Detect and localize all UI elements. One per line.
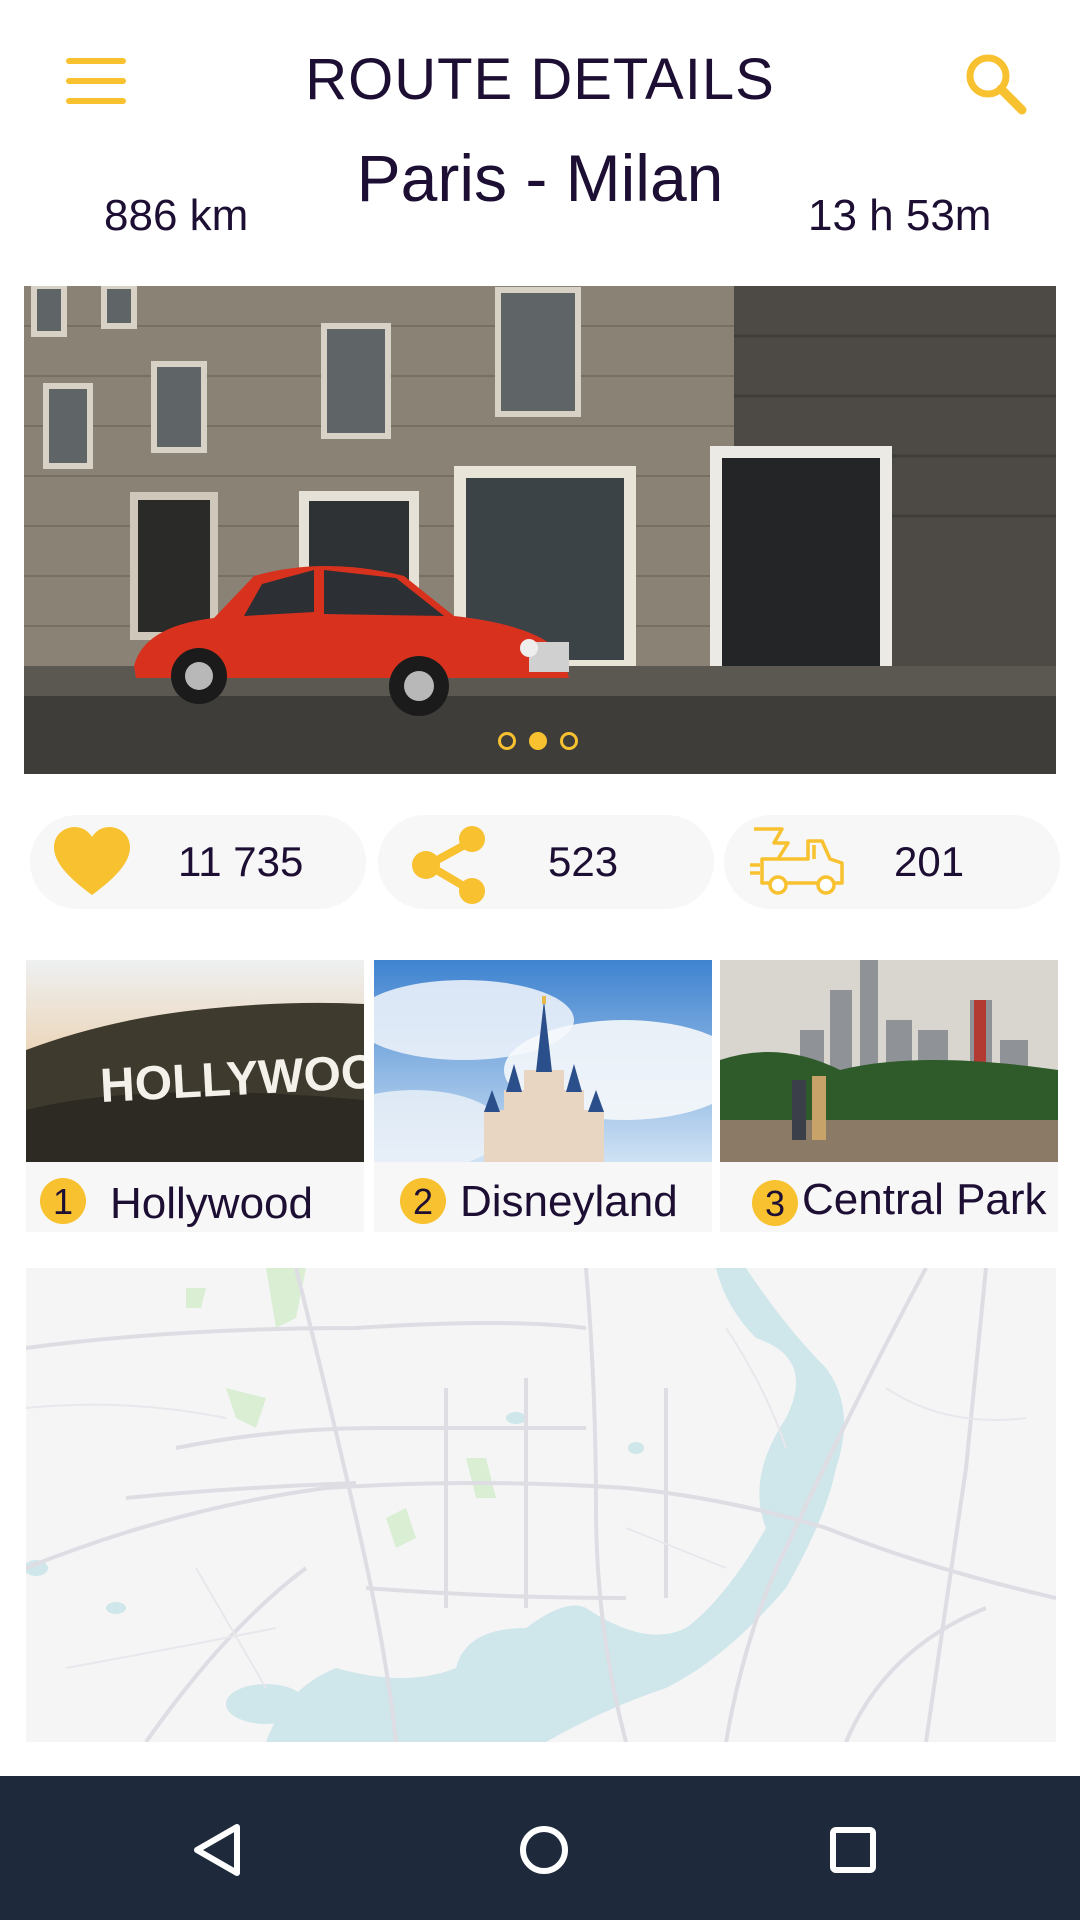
stop-number-badge: 3 bbox=[752, 1180, 798, 1226]
route-distance: 886 km bbox=[104, 191, 249, 240]
back-triangle-icon[interactable] bbox=[183, 1815, 253, 1885]
heart-icon bbox=[54, 827, 130, 895]
search-icon[interactable] bbox=[962, 50, 1032, 120]
stop-card-central-park[interactable]: 3 Central Park bbox=[720, 960, 1058, 1232]
home-circle-icon[interactable] bbox=[509, 1815, 579, 1885]
stop-name: Disneyland bbox=[460, 1177, 678, 1226]
stop-card-hollywood[interactable]: HOLLYWOOD 1 Hollywood bbox=[26, 960, 364, 1232]
recents-square-icon[interactable] bbox=[818, 1815, 888, 1885]
stop-name: Central Park bbox=[802, 1175, 1047, 1224]
stop-number-badge: 1 bbox=[40, 1178, 86, 1224]
trips-button[interactable]: 201 bbox=[724, 815, 1060, 909]
carousel-dot[interactable] bbox=[560, 732, 578, 750]
stop-card-disneyland[interactable]: 2 Disneyland bbox=[374, 960, 712, 1232]
route-map[interactable] bbox=[26, 1268, 1056, 1742]
share-icon bbox=[412, 826, 485, 904]
carousel-dot[interactable] bbox=[498, 732, 516, 750]
likes-button[interactable]: 11 735 bbox=[30, 815, 366, 909]
street-with-red-car-photo[interactable] bbox=[24, 286, 1056, 774]
page-title: ROUTE DETAILS bbox=[305, 47, 775, 112]
trips-count: 201 bbox=[894, 838, 965, 885]
share-button[interactable]: 523 bbox=[378, 815, 714, 909]
carousel-indicator[interactable] bbox=[494, 732, 584, 756]
shares-count: 523 bbox=[548, 838, 619, 885]
route-duration: 13 h 53m bbox=[808, 191, 992, 240]
likes-count: 11 735 bbox=[178, 838, 304, 885]
carousel-dot-active[interactable] bbox=[529, 732, 547, 750]
castle-photo bbox=[374, 960, 712, 1162]
stop-number-badge: 2 bbox=[400, 1178, 446, 1224]
truck-icon bbox=[750, 827, 844, 895]
city-park-photo bbox=[720, 960, 1058, 1162]
hollywood-sign-photo: HOLLYWOOD bbox=[26, 960, 364, 1162]
stop-name: Hollywood bbox=[110, 1179, 313, 1228]
